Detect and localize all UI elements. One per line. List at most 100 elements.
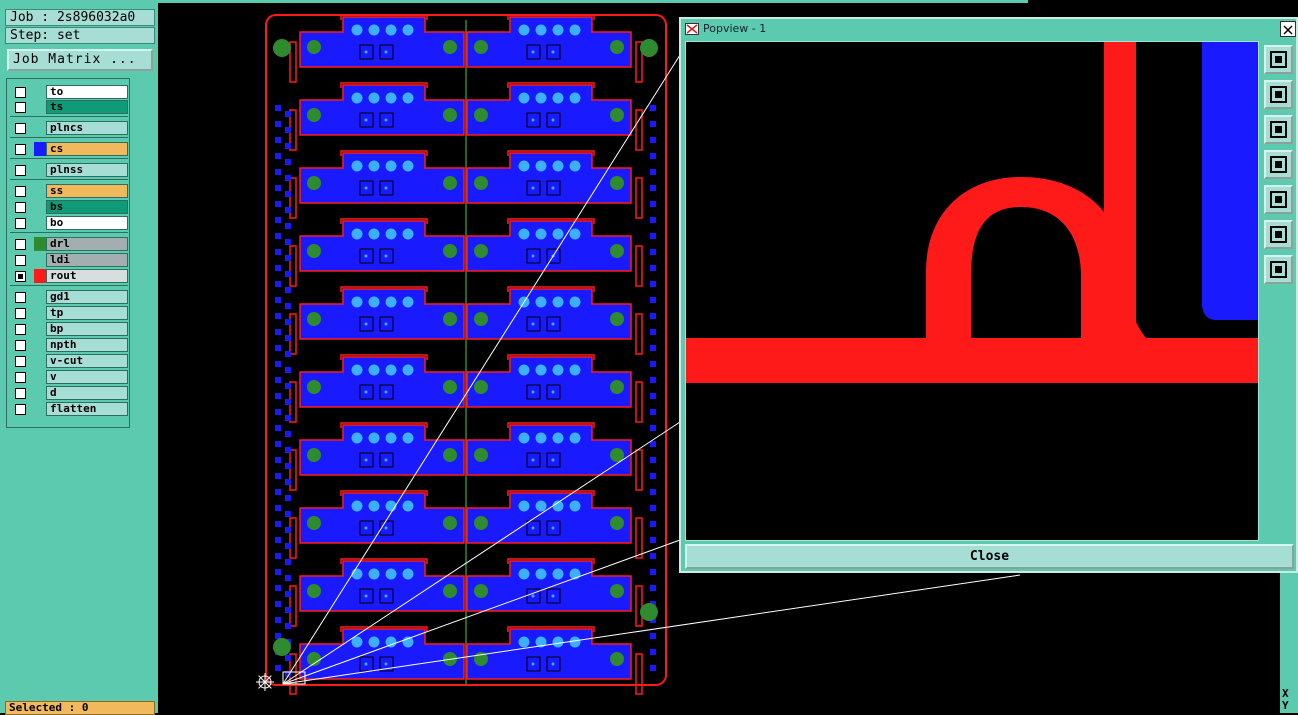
side-slot bbox=[635, 517, 643, 559]
layer-checkbox[interactable] bbox=[15, 340, 26, 351]
job-matrix-button[interactable]: Job Matrix ... bbox=[7, 49, 153, 71]
layer-checkbox[interactable] bbox=[15, 87, 26, 98]
popview-window: Popview - 1 Close bbox=[679, 17, 1298, 573]
layer-checkbox[interactable] bbox=[15, 102, 26, 113]
step-field[interactable]: Step: set bbox=[5, 27, 155, 44]
layer-row-v-cut[interactable]: v-cut bbox=[10, 354, 130, 369]
popview-titlebar[interactable]: Popview - 1 bbox=[681, 19, 1296, 39]
layer-checkbox[interactable] bbox=[15, 388, 26, 399]
via bbox=[384, 254, 388, 258]
layer-name[interactable]: cs bbox=[46, 142, 128, 156]
layer-row-to[interactable]: to bbox=[10, 85, 130, 100]
layer-checkbox[interactable] bbox=[15, 144, 26, 155]
layer-checkbox[interactable] bbox=[15, 218, 26, 229]
edge-pad bbox=[650, 345, 656, 351]
layer-name[interactable]: drl bbox=[46, 237, 128, 251]
layer-row-rout[interactable]: rout bbox=[10, 269, 130, 284]
layer-name[interactable]: v bbox=[46, 370, 128, 384]
layer-checkbox[interactable] bbox=[15, 324, 26, 335]
edge-pad bbox=[650, 489, 656, 495]
layer-row-bp[interactable]: bp bbox=[10, 322, 130, 337]
layer-name[interactable]: plncs bbox=[46, 121, 128, 135]
drill-hole bbox=[474, 516, 488, 530]
layer-row-npth[interactable]: npth bbox=[10, 338, 130, 353]
layer-row-cs[interactable]: cs bbox=[10, 142, 130, 157]
smd-pad bbox=[351, 364, 363, 376]
layer-checkbox[interactable] bbox=[15, 255, 26, 266]
via bbox=[551, 118, 555, 122]
job-field[interactable]: Job : 2s896032a0 bbox=[5, 9, 155, 26]
edge-pad bbox=[650, 153, 656, 159]
layer-name[interactable]: npth bbox=[46, 338, 128, 352]
layer-checkbox[interactable] bbox=[15, 186, 26, 197]
layer-name[interactable]: ss bbox=[46, 184, 128, 198]
layer-row-bs[interactable]: bs bbox=[10, 200, 130, 215]
close-button[interactable]: Close bbox=[685, 544, 1294, 569]
layer-row-gd1[interactable]: gd1 bbox=[10, 290, 130, 305]
close-icon[interactable] bbox=[1280, 21, 1296, 37]
smd-pad bbox=[402, 500, 414, 512]
layer-checkbox[interactable] bbox=[15, 404, 26, 415]
layer-row-flatten[interactable]: flatten bbox=[10, 402, 130, 417]
layer-row-plnss[interactable]: plnss bbox=[10, 163, 130, 178]
smd-pad bbox=[402, 296, 414, 308]
pan-right-icon[interactable] bbox=[1264, 185, 1293, 214]
layer-name[interactable]: bo bbox=[46, 216, 128, 230]
layer-checkbox[interactable] bbox=[15, 308, 26, 319]
edge-pad bbox=[650, 425, 656, 431]
smd-pad bbox=[569, 296, 581, 308]
layer-name[interactable]: gd1 bbox=[46, 290, 128, 304]
layer-row-d[interactable]: d bbox=[10, 386, 130, 401]
layer-row-v[interactable]: v bbox=[10, 370, 130, 385]
layer-checkbox[interactable] bbox=[15, 292, 26, 303]
layer-name[interactable]: bp bbox=[46, 322, 128, 336]
layer-row-drl[interactable]: drl bbox=[10, 237, 130, 252]
pan-up-icon[interactable] bbox=[1264, 80, 1293, 109]
layer-name[interactable]: ts bbox=[46, 100, 128, 114]
layer-name[interactable]: ldi bbox=[46, 253, 128, 267]
layer-checkbox[interactable] bbox=[15, 123, 26, 134]
popview-zoom-view[interactable] bbox=[685, 41, 1259, 541]
smd-pad bbox=[535, 228, 547, 240]
layer-checkbox[interactable] bbox=[15, 356, 26, 367]
layer-name[interactable]: plnss bbox=[46, 163, 128, 177]
layer-row-ss[interactable]: ss bbox=[10, 184, 130, 199]
layer-row-ts[interactable]: ts bbox=[10, 100, 130, 115]
edge-pad bbox=[650, 137, 656, 143]
via bbox=[384, 50, 388, 54]
layer-row-bo[interactable]: bo bbox=[10, 216, 130, 231]
layer-row-tp[interactable]: tp bbox=[10, 306, 130, 321]
zoom-window-icon[interactable] bbox=[1264, 45, 1293, 74]
layer-checkbox[interactable] bbox=[15, 372, 26, 383]
edge-pad bbox=[285, 559, 291, 565]
edge-pad bbox=[650, 585, 656, 591]
layer-checkbox[interactable] bbox=[15, 202, 26, 213]
zoom-fit-icon[interactable] bbox=[1264, 220, 1293, 249]
via bbox=[551, 594, 555, 598]
layer-name[interactable]: to bbox=[46, 85, 128, 99]
edge-pad bbox=[285, 351, 291, 357]
layer-row-ldi[interactable]: ldi bbox=[10, 253, 130, 268]
layer-name[interactable]: rout bbox=[46, 269, 128, 283]
layer-separator bbox=[10, 137, 128, 138]
layer-name[interactable]: bs bbox=[46, 200, 128, 214]
layer-checkbox[interactable] bbox=[15, 239, 26, 250]
smd-pad bbox=[385, 228, 397, 240]
smd-pad bbox=[385, 432, 397, 444]
pan-left-icon[interactable] bbox=[1264, 150, 1293, 179]
edge-pad bbox=[275, 569, 281, 575]
layer-name[interactable]: d bbox=[46, 386, 128, 400]
layer-name[interactable]: tp bbox=[46, 306, 128, 320]
layer-checkbox[interactable] bbox=[15, 271, 26, 282]
pan-down-icon[interactable] bbox=[1264, 115, 1293, 144]
zoom-home-icon[interactable] bbox=[1264, 255, 1293, 284]
layer-separator bbox=[10, 232, 128, 233]
drill-hole bbox=[474, 380, 488, 394]
layer-separator bbox=[10, 285, 128, 286]
edge-pad bbox=[650, 505, 656, 511]
layer-checkbox[interactable] bbox=[15, 165, 26, 176]
layer-row-plncs[interactable]: plncs bbox=[10, 121, 130, 136]
layer-name[interactable]: flatten bbox=[46, 402, 128, 416]
layer-name[interactable]: v-cut bbox=[46, 354, 128, 368]
edge-pad bbox=[650, 473, 656, 479]
